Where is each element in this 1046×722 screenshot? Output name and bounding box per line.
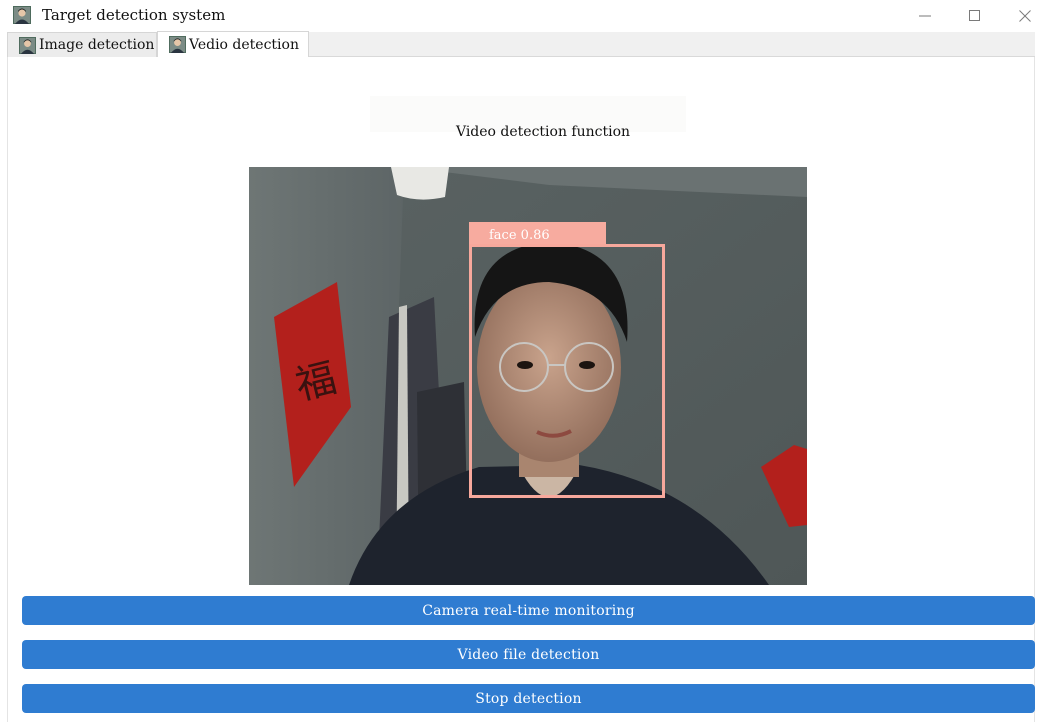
maximize-button[interactable] xyxy=(950,0,1000,32)
tab-label: Image detection xyxy=(39,37,155,53)
portrait-icon xyxy=(19,36,36,54)
button-label: Camera real-time monitoring xyxy=(422,602,635,619)
tab-video-detection[interactable]: Vedio detection xyxy=(157,31,309,58)
portrait-app-icon xyxy=(13,6,31,24)
close-button[interactable] xyxy=(1000,0,1046,32)
page-title: Video detection function xyxy=(455,124,631,140)
detection-label: face 0.86 xyxy=(469,222,606,245)
minimize-icon xyxy=(919,15,931,17)
close-icon xyxy=(1019,10,1031,22)
tab-image-detection[interactable]: Image detection xyxy=(7,32,157,57)
camera-monitoring-button[interactable]: Camera real-time monitoring xyxy=(22,596,1035,625)
button-label: Video file detection xyxy=(457,646,600,663)
portrait-icon xyxy=(169,36,186,53)
stop-detection-button[interactable]: Stop detection xyxy=(22,684,1035,713)
maximize-icon xyxy=(969,10,980,21)
window-title: Target detection system xyxy=(42,6,226,24)
button-label: Stop detection xyxy=(475,690,582,707)
minimize-button[interactable] xyxy=(900,0,950,32)
title-bar: Target detection system xyxy=(0,0,1046,32)
video-file-detection-button[interactable]: Video file detection xyxy=(22,640,1035,669)
tab-bar: Image detection Vedio detection xyxy=(7,31,1035,58)
tab-label: Vedio detection xyxy=(189,36,299,53)
face-bounding-box xyxy=(469,244,665,498)
